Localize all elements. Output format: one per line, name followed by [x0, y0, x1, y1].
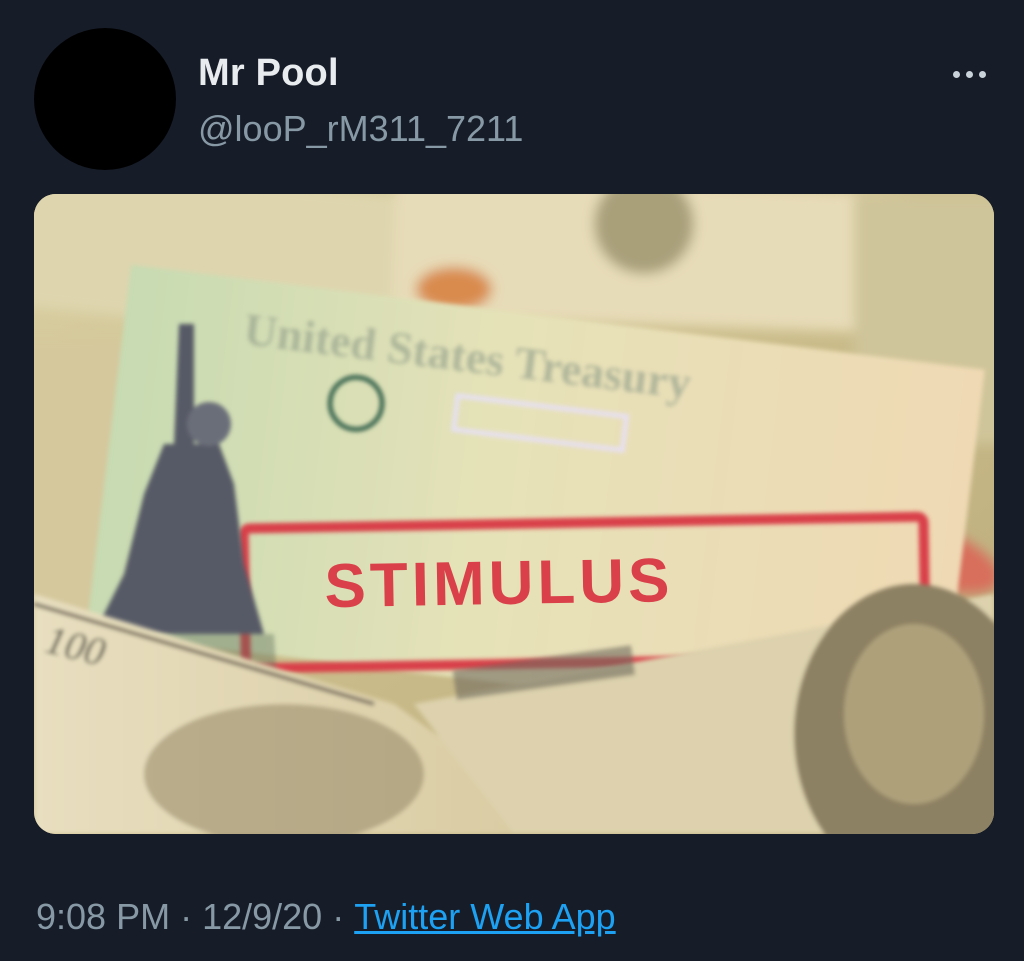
- avatar[interactable]: [34, 28, 176, 170]
- meta-separator: ·: [180, 896, 193, 937]
- more-options-button[interactable]: [944, 56, 994, 92]
- stimulus-stamp-text: STIMULUS: [324, 546, 674, 621]
- tweet-meta: 9:08 PM · 12/9/20 · Twitter Web App: [36, 896, 616, 938]
- tweet-image[interactable]: United States Treasury STIMULUS 100: [34, 194, 994, 834]
- more-horizontal-icon-dot: [978, 70, 986, 78]
- display-name[interactable]: Mr Pool: [198, 52, 339, 95]
- stimulus-check-photo: United States Treasury STIMULUS 100: [34, 194, 994, 834]
- tweet-time[interactable]: 9:08 PM: [36, 896, 170, 937]
- tweet-card: Mr Pool @looP_rM311_7211 United States T…: [0, 0, 1024, 961]
- more-horizontal-icon-dot: [965, 70, 973, 78]
- tweet-date[interactable]: 12/9/20: [202, 896, 322, 937]
- user-handle[interactable]: @looP_rM311_7211: [198, 108, 523, 150]
- more-horizontal-icon: [952, 70, 960, 78]
- meta-separator-2: ·: [332, 896, 345, 937]
- source-app-link[interactable]: Twitter Web App: [354, 896, 615, 937]
